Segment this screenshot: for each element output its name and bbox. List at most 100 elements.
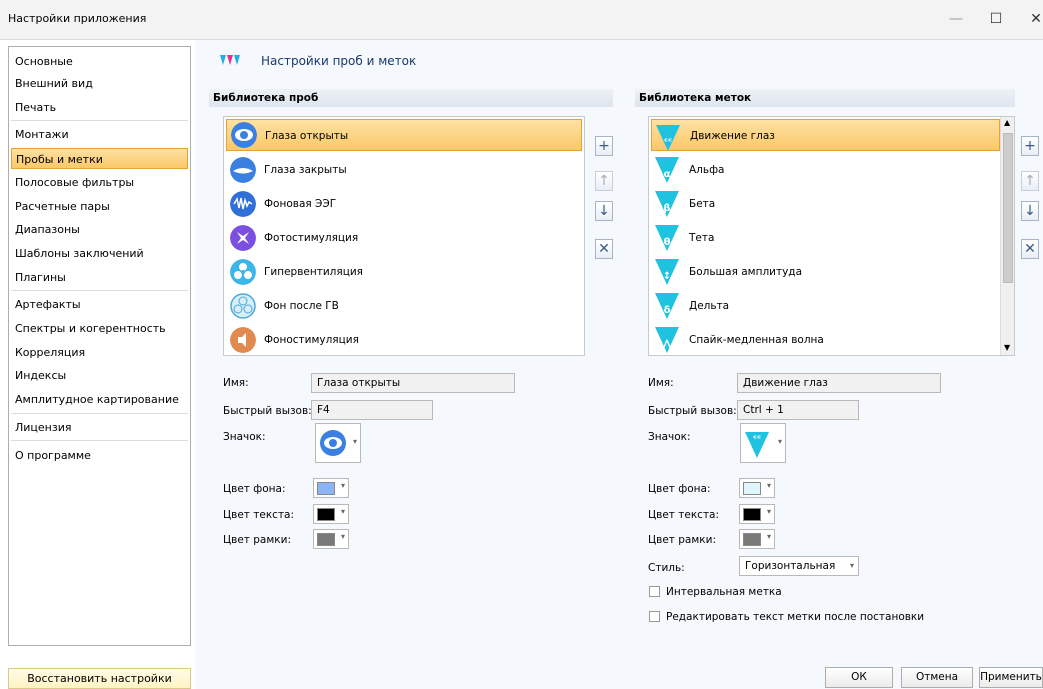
probe-icon-picker[interactable]: ▾ [315,423,361,463]
sidebar-item-artifacts[interactable]: Артефакты [11,294,188,315]
page-title: Настройки проб и меток [261,54,417,68]
color-swatch [317,508,335,521]
probe-border-color-label: Цвет рамки: [223,534,291,546]
mark-text-color-picker[interactable]: ▾ [739,504,775,524]
chevron-down-icon: ▾ [777,437,782,446]
probe-icon-label: Значок: [223,431,266,443]
sidebar-item-print[interactable]: Печать [11,97,188,118]
list-item[interactable]: δ Дельта [651,290,1000,322]
photostim-icon [230,225,256,251]
probes-list[interactable]: Глаза открыты Глаза закрыты Фоновая ЭЭГ … [223,116,585,356]
list-item[interactable]: ↕ Большая амплитуда [651,256,1000,288]
mark-style-select[interactable]: Горизонтальная ▾ [739,556,859,576]
chevron-down-icon: ▾ [340,507,345,516]
probe-border-color-picker[interactable]: ▾ [313,529,349,549]
sidebar-item-ranges[interactable]: Диапазоны [11,219,188,240]
close-icon[interactable]: ✕ [1026,11,1043,27]
chevron-down-icon: ▾ [766,532,771,541]
minimize-icon[interactable]: — [946,11,966,27]
sidebar-item-indexes[interactable]: Индексы [11,365,188,386]
marks-list-scrollbar[interactable]: ▲ ▼ [1000,117,1014,355]
probes-section-header: Библиотека проб [209,89,613,107]
list-item-label: Дельта [689,300,730,312]
move-probe-up-button[interactable]: ↑ [595,171,613,191]
list-item[interactable]: α Альфа [651,154,1000,186]
edit-mark-text-checkbox[interactable] [649,611,660,622]
scroll-down-icon[interactable]: ▼ [1004,343,1010,352]
theta-mark-icon: θ [655,225,679,251]
list-item-label: Глаза открыты [265,130,349,142]
probe-name-field[interactable]: Глаза открыты [311,373,515,393]
list-item[interactable]: Фон после ГВ [226,290,582,322]
add-mark-button[interactable]: + [1021,136,1039,156]
color-swatch [317,533,335,546]
add-probe-button[interactable]: + [595,136,613,156]
move-mark-up-button[interactable]: ↑ [1021,171,1039,191]
sidebar-item-basic[interactable]: Основные [11,51,188,72]
probe-bg-color-picker[interactable]: ▾ [313,478,349,498]
marks-section-header: Библиотека меток [635,89,1015,107]
edit-mark-text-label: Редактировать текст метки после постанов… [666,611,925,623]
list-item[interactable]: Фоностимуляция [226,324,582,355]
mark-icon-picker[interactable]: ᶜᶜ ▾ [740,423,786,463]
sidebar-item-probes-marks[interactable]: Пробы и метки [11,148,188,169]
sidebar-item-calc-pairs[interactable]: Расчетные пары [11,196,188,217]
spike-wave-mark-icon: ⋀ [655,327,679,353]
list-item[interactable]: Фоновая ЭЭГ [226,188,582,220]
sidebar-item-correlation[interactable]: Корреляция [11,342,188,363]
chevron-down-icon: ▾ [340,481,345,490]
move-probe-down-button[interactable]: ↓ [595,201,613,221]
color-swatch [317,482,335,495]
eye-closed-icon [230,157,256,183]
fan-icon [230,259,256,285]
mark-text-color-label: Цвет текста: [648,509,720,521]
mark-border-color-picker[interactable]: ▾ [739,529,775,549]
scroll-up-icon[interactable]: ▲ [1004,118,1010,127]
probe-text-color-picker[interactable]: ▾ [313,504,349,524]
list-item-label: Фотостимуляция [264,232,359,244]
settings-sidebar: Основные Внешний вид Печать Монтажи Проб… [8,46,191,646]
maximize-icon[interactable]: ☐ [986,11,1006,27]
sidebar-item-appearance[interactable]: Внешний вид [11,73,188,94]
sidebar-item-license[interactable]: Лицензия [11,417,188,438]
chevron-down-icon: ▾ [849,561,854,570]
ok-button[interactable]: ОК [825,667,893,688]
sidebar-item-report-templates[interactable]: Шаблоны заключений [11,243,188,264]
list-item[interactable]: Глаза закрыты [226,154,582,186]
mark-hotkey-field[interactable]: Ctrl + 1 [737,400,859,420]
list-item[interactable]: β Бета [651,188,1000,220]
marks-list[interactable]: ᶜᶜ Движение глаз α Альфа β Бета θ Тета ↕… [648,116,1015,356]
delete-mark-button[interactable]: ✕ [1021,239,1039,259]
list-item-label: Большая амплитуда [689,266,803,278]
list-item[interactable]: Фотостимуляция [226,222,582,254]
restore-settings-button[interactable]: Восстановить настройки [8,668,191,689]
mark-name-field[interactable]: Движение глаз [737,373,941,393]
apply-button[interactable]: Применить [979,667,1043,688]
cancel-button[interactable]: Отмена [901,667,973,688]
sidebar-item-spectra[interactable]: Спектры и когерентность [11,318,188,339]
list-item[interactable]: Глаза открыты [226,119,582,151]
sidebar-item-montages[interactable]: Монтажи [11,124,188,145]
alpha-mark-icon: α [655,157,679,183]
interval-mark-checkbox[interactable] [649,586,660,597]
list-item[interactable]: θ Тета [651,222,1000,254]
mark-name-label: Имя: [648,377,674,389]
list-item-label: Альфа [689,164,725,176]
mark-bg-color-picker[interactable]: ▾ [739,478,775,498]
chevron-down-icon: ▾ [340,532,345,541]
mark-hotkey-label: Быстрый вызов: [648,405,737,417]
sidebar-item-band-filters[interactable]: Полосовые фильтры [11,172,188,193]
speaker-icon [230,327,256,353]
sidebar-item-plugins[interactable]: Плагины [11,267,188,288]
sidebar-item-amplitude-mapping[interactable]: Амплитудное картирование [11,389,188,410]
list-item[interactable]: Гипервентиляция [226,256,582,288]
list-item[interactable]: ⋀ Спайк-медленная волна [651,324,1000,355]
probe-hotkey-field[interactable]: F4 [311,400,433,420]
list-item-label: Тета [689,232,715,244]
list-item[interactable]: ᶜᶜ Движение глаз [651,119,1000,151]
probe-name-label: Имя: [223,377,249,389]
sidebar-item-about[interactable]: О программе [11,445,188,466]
scroll-thumb[interactable] [1003,133,1013,283]
move-mark-down-button[interactable]: ↓ [1021,201,1039,221]
delete-probe-button[interactable]: ✕ [595,239,613,259]
